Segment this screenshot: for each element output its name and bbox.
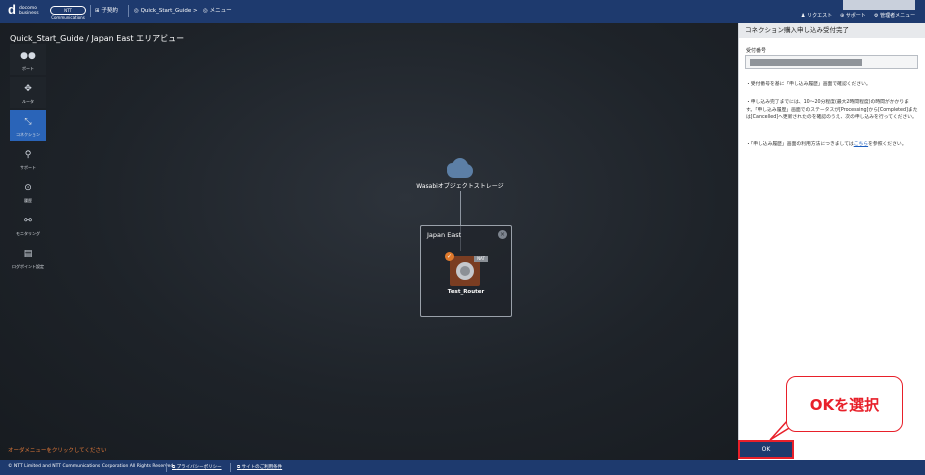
sidebar-item-label: コネクション (16, 132, 40, 137)
sidebar-item-port[interactable]: ●● ポート (10, 44, 46, 75)
sidebar-item-router[interactable]: ✥ ルータ (10, 77, 46, 108)
panel-title: コネクション購入申し込み受付完了 (739, 23, 925, 38)
sidebar-item-label: モニタリング (16, 231, 40, 236)
sidebar-item-label: ポート (22, 66, 34, 71)
sidebar-item-logpoint[interactable]: ▤ ログポイント設定 (10, 242, 46, 273)
ok-button[interactable]: OK (738, 440, 794, 459)
breadcrumb-menu[interactable]: ◎ メニュー (203, 7, 232, 15)
router-label: Test_Router (447, 289, 485, 295)
storage-label: Wasabiオブジェクトストレージ (416, 183, 504, 190)
copyright-text: © NTT Limited and NTT Communications Cor… (8, 464, 175, 469)
receipt-number-redacted (750, 59, 862, 66)
router-icon: ✥ (24, 84, 32, 94)
sidebar-nav: ●● ポート ✥ ルータ ⤡ コネクション ⚲ サポート ⊙ 履歴 ⚯ モニタリ… (10, 44, 46, 275)
cloud-icon (443, 156, 477, 180)
breadcrumb-separator: > (193, 8, 198, 14)
sidebar-item-support[interactable]: ⚲ サポート (10, 143, 46, 174)
storage-node[interactable]: Wasabiオブジェクトストレージ (410, 156, 510, 190)
area-view-canvas[interactable]: Quick_Start_Guide / Japan East エリアビュー ●●… (0, 23, 738, 460)
admin-menu-link[interactable]: ⚙ 管理者メニュー (874, 13, 915, 20)
receipt-number-label: 受付番号 (746, 48, 767, 54)
note-processing: ・申し込み完了までには、10〜20分程度(最大2時間程度)の時間がかかります。「… (746, 100, 918, 120)
note-history-usage: ・「申し込み履歴」画面の利用方法につきましてはこちらを参照ください。 (746, 142, 907, 147)
select-ok-callout: OKを選択 (786, 376, 903, 432)
contract-menu[interactable]: ⊞ 子契約 (95, 7, 118, 15)
receipt-number-field[interactable] (745, 55, 918, 69)
sidebar-item-connection[interactable]: ⤡ コネクション (10, 110, 46, 141)
router-node[interactable]: ✓ NAT (445, 252, 488, 286)
sidebar-item-label: サポート (20, 165, 36, 170)
page-title: Quick_Start_Guide / Japan East エリアビュー (10, 34, 185, 43)
connection-icon: ⤡ (24, 117, 32, 127)
sidebar-item-label: ログポイント設定 (12, 264, 44, 269)
monitoring-icon: ⚯ (24, 216, 32, 226)
request-link[interactable]: ♟ リクエスト (801, 13, 832, 20)
nat-badge: NAT (474, 256, 488, 262)
port-icon: ●● (20, 51, 36, 61)
logo-mark: d (8, 2, 16, 17)
header-divider (128, 5, 129, 17)
top-header: d docomo business NTT Communications ⊞ 子… (0, 0, 925, 23)
privacy-policy-link[interactable]: ⧉ プライバシーポリシー (172, 464, 222, 470)
order-menu-hint: オーダメニューをクリックしてください (8, 448, 107, 454)
sidebar-item-label: ルータ (22, 99, 34, 104)
ntt-badge: NTT Communications (50, 6, 86, 20)
docomo-business-logo[interactable]: d docomo business (8, 3, 46, 19)
area-box-japan-east[interactable]: Japan East × ✓ NAT Test_Router (420, 225, 512, 317)
check-icon: ✓ (445, 252, 454, 261)
user-account-field[interactable] (843, 0, 915, 10)
area-title: Japan East (427, 231, 462, 239)
header-divider (90, 5, 91, 17)
logpoint-icon: ▤ (23, 249, 33, 259)
history-icon: ⊙ (24, 183, 32, 193)
note-receipt: ・受付番号を基に「申し込み履歴」画面で確認ください。 (746, 82, 871, 87)
sidebar-item-history[interactable]: ⊙ 履歴 (10, 176, 46, 207)
here-link[interactable]: こちら (854, 142, 868, 147)
support-icon: ⚲ (24, 150, 32, 160)
support-link[interactable]: ⊕ サポート (840, 13, 866, 20)
logo-text: docomo business (19, 6, 39, 16)
close-icon[interactable]: × (498, 230, 507, 239)
breadcrumb-project[interactable]: ◎ Quick_Start_Guide (134, 7, 191, 15)
terms-of-use-link[interactable]: ⧉ サイトのご利用条件 (237, 464, 282, 470)
sidebar-item-monitoring[interactable]: ⚯ モニタリング (10, 209, 46, 240)
sidebar-item-label: 履歴 (24, 198, 32, 203)
footer-bar: © NTT Limited and NTT Communications Cor… (0, 460, 925, 475)
